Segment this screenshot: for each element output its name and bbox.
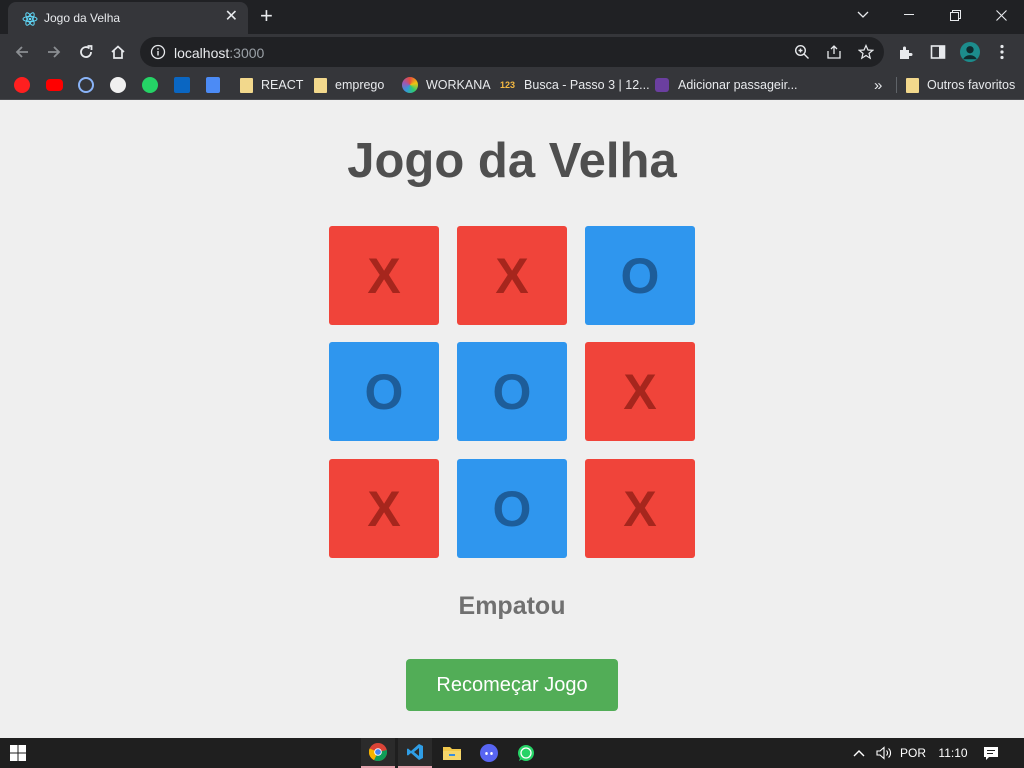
bookmark-adicionar-passageiro[interactable]: Adicionar passageir... [655,76,798,94]
reload-icon [80,45,93,58]
linkedin-bookmark[interactable] [174,76,190,94]
whatsapp-icon [518,745,534,761]
bookmark-separator [896,76,897,94]
whatsapp-bookmark[interactable] [142,76,158,94]
taskbar: POR 11:10 [0,738,1024,768]
info-icon[interactable] [150,44,166,60]
address-bar[interactable]: localhost:3000 [140,37,884,67]
reload-button[interactable] [74,40,98,64]
profile-avatar[interactable] [960,42,980,62]
board-cell-8[interactable]: X [585,459,695,558]
bookmark-label: WORKANA [426,78,491,92]
board-cell-4[interactable]: O [457,342,567,441]
forward-button[interactable] [42,40,66,64]
url-port: :3000 [229,45,265,61]
bookmark-busca[interactable]: 123 Busca - Passo 3 | 12... [500,76,650,94]
bookmarks-bar: REACT emprego WORKANA 123 Busca - Passo 3… [0,70,1024,100]
minimize-button[interactable] [886,0,932,30]
youtube-bookmark[interactable] [46,76,63,94]
page-title: Jogo da Velha [347,134,677,188]
tab-strip: Jogo da Velha ✕ + [0,0,1024,34]
folder-icon [443,747,461,760]
youtube-music-bookmark[interactable] [14,76,30,94]
workana-icon [402,77,418,93]
notifications-icon[interactable] [980,738,1002,768]
close-window-button[interactable] [978,0,1024,30]
podcast-bookmark[interactable] [78,76,94,94]
restore-button[interactable] [932,0,978,30]
discord-icon [480,744,498,762]
board-cell-2[interactable]: O [585,226,695,325]
board-cell-0[interactable]: X [329,226,439,325]
github-bookmark[interactable] [110,76,126,94]
browser-toolbar: localhost:3000 [0,34,1024,70]
chrome-taskbar-app[interactable] [361,738,395,768]
podcast-icon [78,77,94,93]
home-icon [111,45,125,59]
close-tab-icon[interactable]: ✕ [225,9,238,25]
board-cell-7[interactable]: O [457,459,567,558]
discord-taskbar-app[interactable] [472,738,506,768]
other-favorites-folder[interactable]: Outros favoritos [906,76,1015,94]
home-button[interactable] [106,40,130,64]
game-status: Empatou [458,592,566,620]
bookmark-label: Adicionar passageir... [678,78,798,92]
zoom-icon[interactable] [794,44,810,60]
chrome-icon [369,743,387,761]
share-icon[interactable] [826,44,842,60]
bookmarks-overflow-button[interactable]: » [874,76,882,94]
arrow-left-icon [15,46,28,58]
bookmark-label: Outros favoritos [927,78,1016,92]
page-content: Jogo da Velha XXOOOXXOX Empatou Recomeça… [0,101,1024,738]
folder-icon [240,77,253,93]
url-text[interactable]: localhost:3000 [174,45,264,61]
board-cell-6[interactable]: X [329,459,439,558]
github-icon [110,77,126,93]
bookmark-folder-react[interactable]: REACT [240,76,303,94]
side-panel-icon[interactable] [928,42,948,62]
restart-game-button[interactable]: Recomeçar Jogo [406,659,618,711]
bookmark-label: REACT [261,78,304,92]
arrow-right-icon [48,46,61,58]
whatsapp-taskbar-app[interactable] [509,738,543,768]
bookmark-label: emprego [335,78,385,92]
back-button[interactable] [10,40,34,64]
folder-icon [314,77,327,93]
youtube-music-icon [14,77,30,93]
board-cell-3[interactable]: O [329,342,439,441]
start-button[interactable] [8,738,28,768]
bookmark-folder-emprego[interactable]: emprego [314,76,384,94]
more-menu-icon[interactable] [992,42,1012,62]
file-explorer-taskbar-app[interactable] [435,738,469,768]
windows-icon [10,745,26,761]
vscode-icon [407,744,423,760]
tab-search-chevron-icon[interactable] [840,0,886,30]
app-icon [655,78,669,92]
clock[interactable]: 11:10 [937,738,969,768]
linkedin-icon [174,77,190,93]
chevron-up-icon [853,750,865,757]
input-language[interactable]: POR [899,738,927,768]
volume-icon[interactable] [874,738,894,768]
board-cell-1[interactable]: X [457,226,567,325]
url-host: localhost [174,45,230,61]
numbers-icon: 123 [500,80,516,90]
folder-icon [906,77,919,93]
youtube-icon [46,79,63,91]
whatsapp-icon [142,77,158,93]
vscode-taskbar-app[interactable] [398,738,432,768]
new-tab-button[interactable]: + [260,4,273,28]
extensions-icon[interactable] [896,42,916,62]
board-cell-5[interactable]: X [585,342,695,441]
bookmark-star-icon[interactable] [858,44,874,60]
bookmark-workana[interactable]: WORKANA [402,76,491,94]
bookmark-label: Busca - Passo 3 | 12... [524,78,650,92]
tab-title: Jogo da Velha [44,11,121,25]
google-docs-bookmark[interactable] [206,76,220,94]
game-board: XXOOOXXOX [329,226,695,558]
tab-jogo-da-velha[interactable]: Jogo da Velha ✕ [8,2,248,34]
react-icon [22,12,38,26]
google-docs-icon [206,77,220,93]
show-hidden-icons[interactable] [850,738,868,768]
